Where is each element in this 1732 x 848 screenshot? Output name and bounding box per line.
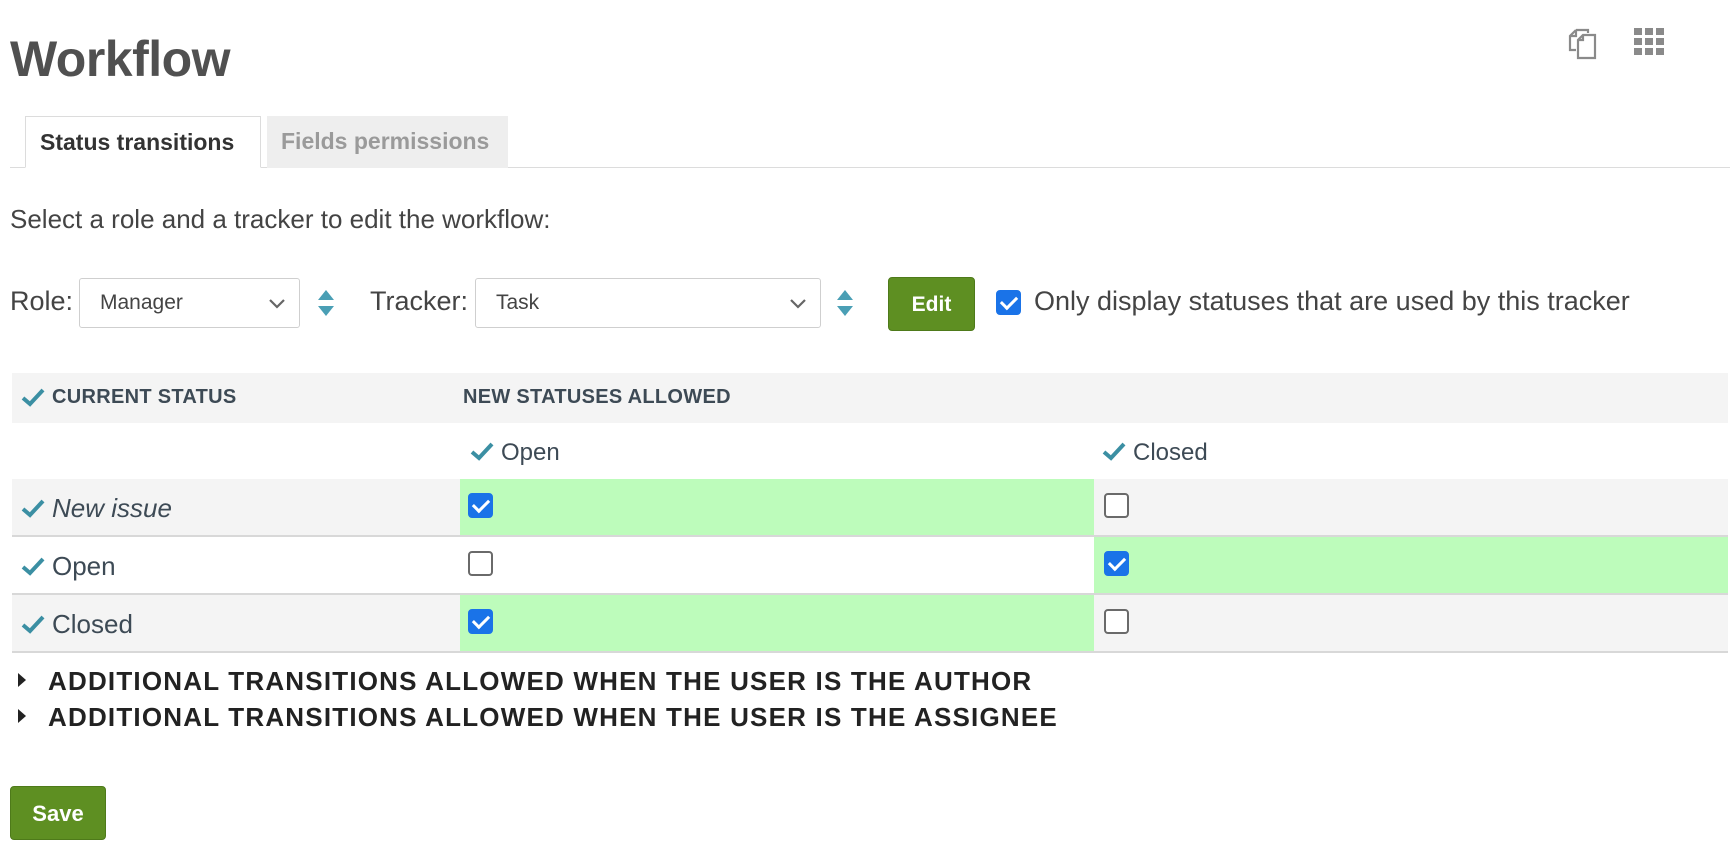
table-row-closed: Closed bbox=[12, 595, 1728, 653]
check-column-closed-icon[interactable] bbox=[1102, 441, 1126, 461]
instruction-text: Select a role and a tracker to edit the … bbox=[10, 204, 551, 234]
transition-checkbox[interactable] bbox=[1104, 493, 1129, 518]
table-row-new-issue: New issue bbox=[12, 479, 1728, 537]
tracker-select[interactable]: Task bbox=[475, 278, 821, 328]
table-header: CURRENT STATUS NEW STATUSES ALLOWED bbox=[12, 373, 1728, 423]
role-select[interactable]: Manager bbox=[79, 278, 300, 328]
copy-icon[interactable] bbox=[1564, 24, 1600, 60]
tab-status-transitions[interactable]: Status transitions bbox=[25, 116, 261, 168]
check-all-icon[interactable] bbox=[21, 387, 45, 407]
assignee-transitions-toggle[interactable]: ADDITIONAL TRANSITIONS ALLOWED WHEN THE … bbox=[18, 702, 1058, 733]
save-button[interactable]: Save bbox=[10, 786, 106, 840]
transition-cell bbox=[460, 479, 1094, 535]
role-select-value: Manager bbox=[100, 291, 183, 314]
check-column-open-icon[interactable] bbox=[470, 441, 494, 461]
row-status-name: New issue bbox=[52, 493, 172, 523]
row-status-name: Closed bbox=[52, 609, 133, 639]
new-statuses-header: NEW STATUSES ALLOWED bbox=[463, 386, 731, 408]
only-used-statuses-label: Only display statuses that are used by t… bbox=[1034, 286, 1630, 316]
only-used-statuses-checkbox[interactable] bbox=[996, 290, 1021, 315]
assignee-transitions-label: ADDITIONAL TRANSITIONS ALLOWED WHEN THE … bbox=[48, 702, 1058, 732]
check-row-icon[interactable] bbox=[21, 614, 45, 634]
apps-grid-icon[interactable] bbox=[1632, 24, 1668, 60]
transition-checkbox[interactable] bbox=[468, 609, 493, 634]
transition-checkbox[interactable] bbox=[1104, 551, 1129, 576]
column-header-row: Open Closed bbox=[12, 423, 1728, 479]
transition-cell bbox=[460, 595, 1094, 651]
chevron-down-icon bbox=[269, 299, 285, 309]
page-title: Workflow bbox=[10, 31, 231, 87]
transition-cell bbox=[1094, 595, 1728, 651]
workflow-page: Workflow Status transitions Fields permi… bbox=[0, 0, 1732, 848]
header-icons bbox=[1564, 24, 1668, 60]
author-transitions-label: ADDITIONAL TRANSITIONS ALLOWED WHEN THE … bbox=[48, 666, 1033, 696]
transitions-table: CURRENT STATUS NEW STATUSES ALLOWED Open… bbox=[12, 373, 1728, 655]
transition-checkbox[interactable] bbox=[468, 551, 493, 576]
transition-cell bbox=[460, 537, 1094, 593]
tracker-label: Tracker: bbox=[370, 286, 469, 316]
check-row-icon[interactable] bbox=[21, 556, 45, 576]
caret-right-icon bbox=[18, 709, 26, 723]
chevron-down-icon bbox=[790, 299, 806, 309]
tab-fields-permissions[interactable]: Fields permissions bbox=[267, 116, 508, 168]
caret-right-icon bbox=[18, 673, 26, 687]
tab-bar: Status transitions Fields permissions bbox=[10, 116, 1730, 168]
current-status-header: CURRENT STATUS bbox=[52, 386, 237, 408]
transition-checkbox[interactable] bbox=[1104, 609, 1129, 634]
edit-button[interactable]: Edit bbox=[888, 277, 975, 331]
check-row-icon[interactable] bbox=[21, 498, 45, 518]
transition-cell bbox=[1094, 479, 1728, 535]
role-label: Role: bbox=[10, 286, 74, 316]
table-row-open: Open bbox=[12, 537, 1728, 595]
row-status-name: Open bbox=[52, 551, 116, 581]
role-sort-icon[interactable] bbox=[316, 288, 336, 318]
column-closed-label: Closed bbox=[1133, 439, 1208, 466]
tracker-sort-icon[interactable] bbox=[835, 288, 855, 318]
column-open-label: Open bbox=[501, 439, 560, 466]
transition-cell bbox=[1094, 537, 1728, 593]
author-transitions-toggle[interactable]: ADDITIONAL TRANSITIONS ALLOWED WHEN THE … bbox=[18, 666, 1032, 697]
transition-checkbox[interactable] bbox=[468, 493, 493, 518]
tracker-select-value: Task bbox=[496, 291, 540, 314]
